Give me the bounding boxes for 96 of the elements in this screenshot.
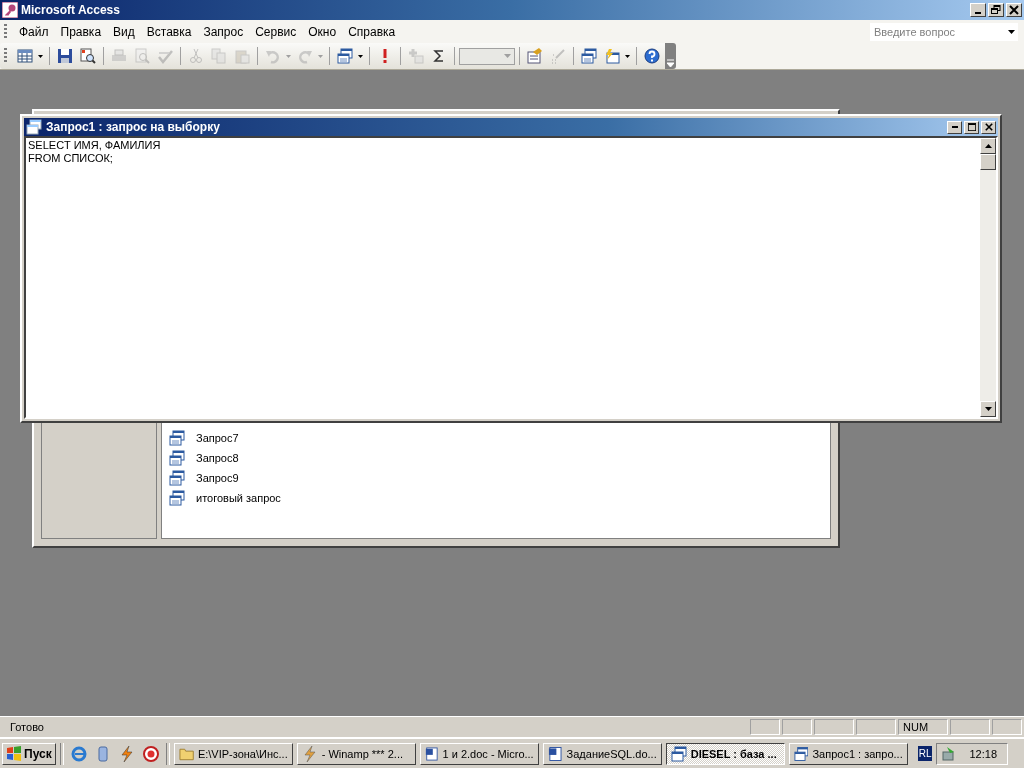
menu-item[interactable]: Файл bbox=[13, 22, 55, 41]
lightning-icon[interactable] bbox=[118, 745, 135, 762]
toolbar-button[interactable] bbox=[334, 45, 356, 67]
task-button[interactable]: - Winamp *** 2... bbox=[296, 742, 416, 765]
minimize-button[interactable] bbox=[947, 120, 962, 134]
menu-item[interactable]: Справка bbox=[342, 22, 402, 41]
checkmark-icon bbox=[157, 48, 173, 64]
task-button[interactable]: DIESEL : база ... bbox=[665, 742, 785, 765]
status-panel bbox=[950, 719, 990, 735]
status-panel bbox=[814, 719, 854, 735]
task-button[interactable]: ЗаданиеSQL.do... bbox=[542, 742, 662, 765]
query-list-item[interactable]: Запрос8 bbox=[162, 448, 243, 468]
copy-icon bbox=[211, 48, 227, 64]
help-search-field[interactable]: Введите вопрос bbox=[870, 22, 1004, 41]
close-button[interactable] bbox=[1006, 3, 1022, 17]
caret-icon bbox=[318, 54, 323, 58]
lightning-icon bbox=[301, 745, 318, 762]
table-icon bbox=[17, 48, 33, 64]
down-arrow-icon bbox=[984, 407, 992, 411]
sql-line: FROM СПИСОК; bbox=[28, 152, 113, 165]
windows-icon bbox=[670, 745, 687, 762]
windows-icon bbox=[169, 450, 185, 466]
windows-icon bbox=[581, 48, 597, 64]
toolbar-button[interactable] bbox=[641, 45, 663, 67]
restore-button[interactable] bbox=[988, 3, 1004, 17]
query-window-title: Запрос1 : запрос на выборку bbox=[46, 120, 220, 134]
menu-item[interactable]: Правка bbox=[54, 22, 108, 41]
caret-icon bbox=[625, 54, 630, 58]
caret-icon bbox=[286, 54, 291, 58]
task-button[interactable]: 1 и 2.doc - Micro... bbox=[419, 742, 539, 765]
dropdown-arrow-icon bbox=[504, 54, 511, 58]
document-icon bbox=[547, 745, 563, 762]
window-title: Microsoft Access bbox=[21, 3, 121, 17]
chevron-icon bbox=[667, 59, 674, 67]
windows-icon bbox=[337, 48, 353, 64]
redo-icon bbox=[297, 48, 313, 64]
task-button[interactable]: E:\VIP-зона\Инс... bbox=[173, 742, 293, 765]
status-text: Готово bbox=[10, 721, 45, 733]
lightning-window-icon bbox=[604, 48, 620, 64]
status-panel bbox=[782, 719, 812, 735]
toolbar-button[interactable] bbox=[578, 45, 600, 67]
document-icon bbox=[424, 745, 439, 762]
windows-icon bbox=[169, 470, 185, 486]
flag-icon bbox=[6, 745, 22, 762]
maximize-button[interactable] bbox=[964, 120, 979, 134]
magnifier-icon bbox=[134, 48, 150, 64]
plus-table-icon bbox=[408, 48, 424, 64]
start-button[interactable]: Пуск bbox=[2, 742, 56, 765]
windows-icon bbox=[169, 430, 185, 446]
status-panel bbox=[856, 719, 896, 735]
key-icon bbox=[2, 2, 18, 18]
up-arrow-icon bbox=[984, 144, 992, 148]
clock: 12:18 bbox=[969, 747, 997, 760]
sql-line: SELECT ИМЯ, ФАМИЛИЯ bbox=[28, 139, 161, 152]
scissors-icon bbox=[188, 48, 204, 64]
num-lock-indicator: NUM bbox=[898, 719, 948, 735]
restore-icon bbox=[991, 5, 1001, 15]
menu-item[interactable]: Вставка bbox=[140, 22, 198, 41]
scroll-up-button[interactable] bbox=[980, 138, 996, 154]
caret-icon bbox=[38, 54, 43, 58]
clipboard-icon bbox=[234, 48, 250, 64]
menu-item[interactable]: Окно bbox=[302, 22, 343, 41]
browser-icon[interactable] bbox=[70, 745, 87, 762]
windows-icon bbox=[793, 745, 809, 762]
help-icon bbox=[644, 48, 660, 64]
wand-icon bbox=[550, 48, 566, 64]
maximize-icon bbox=[967, 123, 976, 131]
close-icon bbox=[984, 123, 993, 131]
toolbar-options-button[interactable] bbox=[665, 43, 676, 69]
minimize-icon bbox=[951, 126, 958, 128]
caret-icon bbox=[358, 54, 363, 58]
scroll-down-button[interactable] bbox=[980, 401, 996, 417]
vertical-scrollbar[interactable] bbox=[980, 138, 996, 417]
dropdown-button[interactable] bbox=[1004, 22, 1018, 41]
query-list-item[interactable]: Запрос9 bbox=[162, 468, 243, 488]
query-list-item[interactable]: Запрос7 bbox=[162, 428, 243, 448]
caret-icon bbox=[1007, 29, 1015, 34]
query-list-item[interactable]: итоговый запрос bbox=[162, 488, 285, 508]
menu-item[interactable]: Сервис bbox=[249, 22, 303, 41]
task-button[interactable]: Запрос1 : запро... bbox=[788, 742, 908, 765]
properties-icon bbox=[527, 48, 543, 64]
menu-item[interactable]: Вид bbox=[107, 22, 141, 41]
windows-icon bbox=[169, 490, 185, 506]
magnifier-icon bbox=[80, 48, 96, 64]
menu-item[interactable]: Запрос bbox=[197, 22, 250, 41]
record-icon[interactable] bbox=[142, 745, 159, 762]
undo-icon bbox=[265, 48, 281, 64]
status-panel bbox=[992, 719, 1022, 735]
close-icon bbox=[1009, 5, 1019, 15]
status-panel bbox=[750, 719, 780, 735]
close-button[interactable] bbox=[981, 120, 996, 134]
language-indicator[interactable]: RL bbox=[917, 746, 933, 761]
printer-icon bbox=[111, 48, 127, 64]
minimize-button[interactable] bbox=[970, 3, 986, 17]
scroll-thumb[interactable] bbox=[980, 154, 996, 170]
minimize-icon bbox=[975, 12, 981, 14]
